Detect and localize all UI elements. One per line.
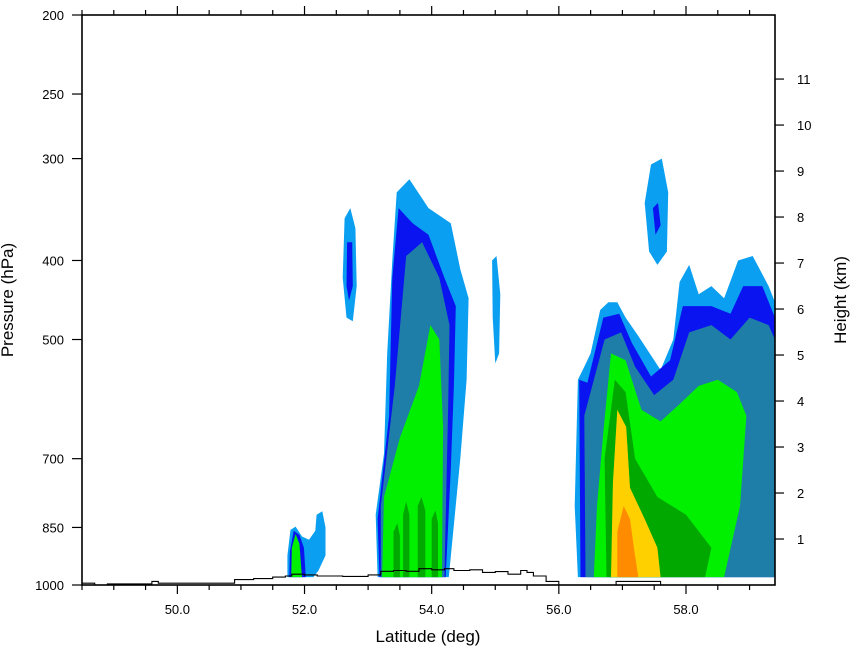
contour-region-cell-57.5: [644, 158, 669, 265]
contour-level-5: [431, 510, 438, 578]
right-tick-label: 1: [797, 532, 804, 547]
right-tick-label: 10: [797, 118, 811, 133]
right-tick-label: 3: [797, 440, 804, 455]
y-tick-label: 200: [42, 8, 64, 23]
right-tick-label: 11: [797, 72, 811, 87]
x-axis-label: Latitude (deg): [376, 627, 481, 646]
x-tick-label: 50.0: [165, 602, 190, 617]
right-tick-label: 6: [797, 302, 804, 317]
right-tick-label: 9: [797, 164, 804, 179]
right-tick-label: 5: [797, 348, 804, 363]
y-tick-label: 1000: [35, 578, 64, 593]
contour-region-cell-58: [574, 256, 775, 578]
right-axis-label: Height (km): [831, 256, 850, 344]
y-axis-right: 1 2 3 4 5 6 7 8 9 10 11: [775, 72, 811, 547]
x-tick-label: 58.0: [673, 602, 698, 617]
contour-fills: [287, 158, 775, 578]
right-tick-label: 7: [797, 256, 804, 271]
contour-level-5: [417, 497, 426, 578]
y-tick-label: 400: [42, 253, 64, 268]
contour-level-1: [492, 256, 501, 364]
contour-region-cell-52.7: [342, 208, 357, 322]
right-tick-label: 8: [797, 210, 804, 225]
right-tick-label: 2: [797, 486, 804, 501]
y-tick-label: 300: [42, 152, 64, 167]
x-tick-label: 52.0: [292, 602, 317, 617]
contour-region-cell-52: [287, 511, 326, 578]
contour-level-5: [393, 523, 400, 578]
right-tick-label: 4: [797, 394, 804, 409]
contour-chart: 50.0 52.0 54.0 56.0 58.0 1000 850 700 500 400 300…: [0, 6, 850, 646]
y-tick-label: 850: [42, 520, 64, 535]
contour-region-cell-54: [375, 179, 469, 578]
contour-level-5: [403, 501, 410, 578]
y-axis-left: 1000 850 700 500 400 300 250 200: [35, 8, 82, 593]
contour-region-cell-55: [492, 256, 501, 364]
y-tick-label: 500: [42, 333, 64, 348]
y-axis-label: Pressure (hPa): [0, 243, 17, 357]
y-tick-label: 250: [42, 87, 64, 102]
x-tick-label: 54.0: [419, 602, 444, 617]
x-tick-label: 56.0: [546, 602, 571, 617]
y-tick-label: 700: [42, 452, 64, 467]
